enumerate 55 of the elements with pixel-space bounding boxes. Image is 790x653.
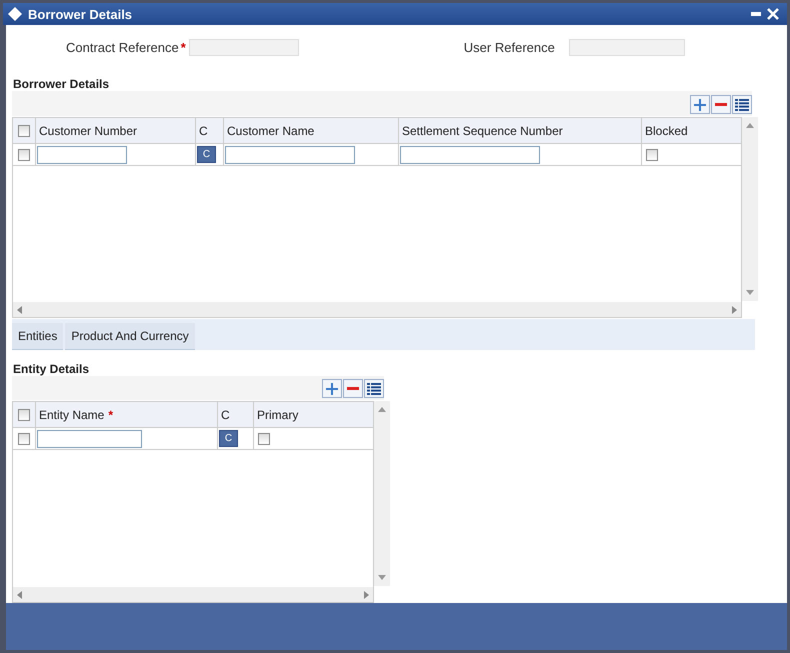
scroll-down-icon[interactable] <box>378 575 386 580</box>
add-row-button[interactable] <box>690 95 710 114</box>
scroll-down-icon[interactable] <box>746 290 754 295</box>
horizontal-scrollbar[interactable] <box>13 587 373 602</box>
plus-icon <box>326 382 338 394</box>
c-button[interactable]: C <box>197 146 216 163</box>
column-header: Primary <box>257 408 298 422</box>
vertical-scrollbar[interactable] <box>374 401 390 586</box>
minus-icon <box>347 386 359 390</box>
list-icon <box>367 382 381 394</box>
horizontal-scrollbar[interactable] <box>13 302 741 317</box>
section-title: Entity Details <box>13 362 90 376</box>
field-label: User Reference <box>464 40 555 54</box>
input-field[interactable] <box>225 146 355 164</box>
plus-icon <box>694 98 706 110</box>
row-checkbox[interactable] <box>18 432 30 444</box>
column-header: Customer Name <box>227 124 314 138</box>
column-header: C <box>199 124 208 138</box>
add-row-button[interactable] <box>322 379 342 398</box>
delete-row-button[interactable] <box>343 379 363 398</box>
column-header: Settlement Sequence Number <box>402 124 563 138</box>
field-label: Contract Reference <box>66 40 179 54</box>
select-all-checkbox[interactable] <box>18 408 30 420</box>
input-field[interactable] <box>37 146 127 164</box>
delete-row-button[interactable] <box>711 95 731 114</box>
diamond-icon <box>8 7 22 21</box>
tab[interactable]: Entities <box>12 323 64 350</box>
required-asterisk: * <box>108 408 114 422</box>
minus-icon <box>715 102 727 106</box>
select-all-checkbox[interactable] <box>18 124 30 136</box>
scroll-left-icon[interactable] <box>17 590 22 598</box>
c-button[interactable]: C <box>219 430 238 447</box>
tab[interactable]: Product And Currency <box>65 323 195 350</box>
column-header: Entity Name <box>39 408 104 422</box>
row-checkbox[interactable] <box>18 148 30 160</box>
checkbox[interactable] <box>646 148 658 160</box>
scroll-up-icon[interactable] <box>378 407 386 412</box>
input-field[interactable] <box>400 146 540 164</box>
scroll-right-icon[interactable] <box>364 590 369 598</box>
scroll-up-icon[interactable] <box>746 123 754 128</box>
scroll-left-icon[interactable] <box>17 306 22 314</box>
scroll-right-icon[interactable] <box>732 306 737 314</box>
input-field[interactable] <box>37 430 142 448</box>
column-header: C <box>221 408 230 422</box>
vertical-scrollbar[interactable] <box>742 117 758 301</box>
checkbox[interactable] <box>258 432 270 444</box>
required-asterisk: * <box>180 40 186 54</box>
list-view-button[interactable] <box>364 379 384 398</box>
section-title: Borrower Details <box>13 77 110 91</box>
list-icon <box>735 98 749 110</box>
window-title: Borrower Details <box>28 6 132 22</box>
list-view-button[interactable] <box>732 95 752 114</box>
column-header: Blocked <box>645 124 688 138</box>
column-header: Customer Number <box>39 124 138 138</box>
close-icon[interactable] <box>767 8 779 20</box>
